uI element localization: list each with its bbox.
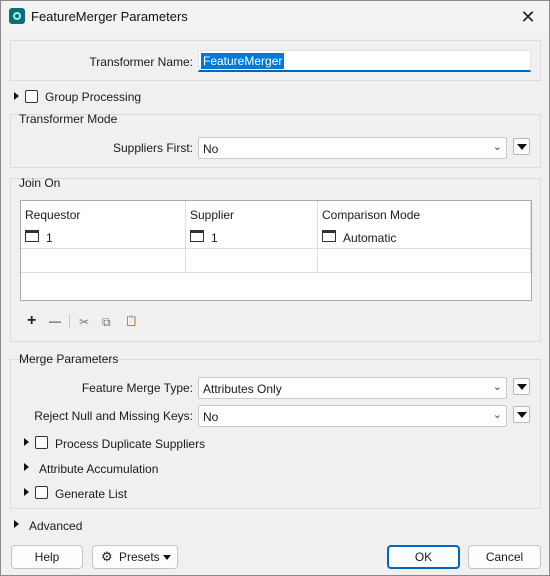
column-header-comparison-mode[interactable]: Comparison Mode: [322, 208, 420, 222]
remove-row-button[interactable]: —: [49, 314, 61, 328]
cut-icon[interactable]: ✂: [79, 315, 89, 329]
ok-button[interactable]: OK: [387, 545, 460, 569]
attribute-value-icon: [190, 230, 204, 242]
cancel-button[interactable]: Cancel: [468, 545, 541, 569]
table-row[interactable]: 1 1 Automatic: [21, 226, 531, 248]
transformer-name-value: FeatureMerger: [201, 53, 285, 69]
help-button[interactable]: Help: [11, 545, 83, 569]
generate-list-expand-icon[interactable]: [24, 488, 29, 496]
paste-icon[interactable]: 📋: [125, 315, 137, 329]
reject-null-select[interactable]: No ⌄: [198, 405, 507, 427]
column-header-supplier[interactable]: Supplier: [190, 208, 234, 222]
ok-button-label: OK: [414, 550, 433, 564]
comparison-mode-icon: [322, 230, 336, 242]
suppliers-first-label: Suppliers First:: [112, 141, 193, 155]
reject-null-menu-button[interactable]: [513, 406, 530, 423]
process-duplicate-expand-icon[interactable]: [24, 438, 29, 446]
reject-null-label: Reject Null and Missing Keys:: [34, 409, 193, 423]
chevron-down-icon: ⌄: [492, 381, 502, 393]
feature-merge-type-select[interactable]: Attributes Only ⌄: [198, 377, 507, 399]
advanced-label[interactable]: Advanced: [29, 519, 82, 533]
transformer-mode-title: Transformer Mode: [19, 112, 118, 126]
presets-button[interactable]: ⚙ Presets: [92, 545, 178, 569]
feature-merge-type-value: Attributes Only: [203, 382, 282, 396]
generate-list-label: Generate List: [55, 487, 128, 501]
supplier-cell[interactable]: 1: [211, 231, 218, 245]
advanced-expand-icon[interactable]: [14, 520, 19, 528]
window-title: FeatureMerger Parameters: [31, 9, 188, 24]
suppliers-first-menu-button[interactable]: [513, 138, 530, 155]
presets-button-label: Presets: [119, 550, 160, 564]
column-header-requestor[interactable]: Requestor: [25, 208, 80, 222]
merge-parameters-title: Merge Parameters: [19, 352, 119, 366]
suppliers-first-value: No: [203, 142, 219, 156]
add-row-button[interactable]: +: [27, 313, 36, 329]
reject-null-value: No: [203, 410, 219, 424]
comparison-mode-cell[interactable]: Automatic: [343, 231, 396, 245]
generate-list-checkbox[interactable]: [35, 486, 48, 499]
toolbar-divider: [69, 314, 70, 328]
chevron-down-icon: ⌄: [492, 141, 502, 153]
gear-icon: ⚙: [101, 549, 113, 564]
app-icon: [9, 8, 25, 24]
dropdown-arrow-icon: [163, 555, 171, 560]
requestor-cell[interactable]: 1: [46, 231, 53, 245]
close-icon[interactable]: ✕: [515, 4, 541, 30]
dialog-window: FeatureMerger Parameters ✕ Transformer N…: [0, 0, 550, 576]
feature-merge-type-menu-button[interactable]: [513, 378, 530, 395]
process-duplicate-checkbox[interactable]: [35, 436, 48, 449]
attribute-accumulation-expand-icon[interactable]: [24, 463, 29, 471]
group-processing-checkbox[interactable]: [25, 90, 38, 103]
help-button-label: Help: [34, 550, 60, 564]
title-bar: FeatureMerger Parameters ✕: [1, 1, 549, 33]
transformer-name-label: Transformer Name:: [89, 55, 193, 69]
group-processing-expand-icon[interactable]: [14, 92, 19, 100]
suppliers-first-select[interactable]: No ⌄: [198, 137, 507, 159]
cancel-button-label: Cancel: [485, 550, 524, 564]
process-duplicate-label: Process Duplicate Suppliers: [55, 437, 206, 451]
copy-icon[interactable]: ⧉: [102, 315, 111, 329]
attribute-value-icon: [25, 230, 39, 242]
chevron-down-icon: ⌄: [492, 409, 502, 421]
feature-merge-type-label: Feature Merge Type:: [81, 381, 193, 395]
join-on-table: Requestor Supplier Comparison Mode 1 1 A…: [20, 200, 532, 301]
join-on-title: Join On: [19, 176, 61, 190]
attribute-accumulation-label[interactable]: Attribute Accumulation: [39, 462, 158, 476]
group-processing-label: Group Processing: [45, 90, 142, 104]
transformer-name-input[interactable]: FeatureMerger: [198, 50, 531, 72]
